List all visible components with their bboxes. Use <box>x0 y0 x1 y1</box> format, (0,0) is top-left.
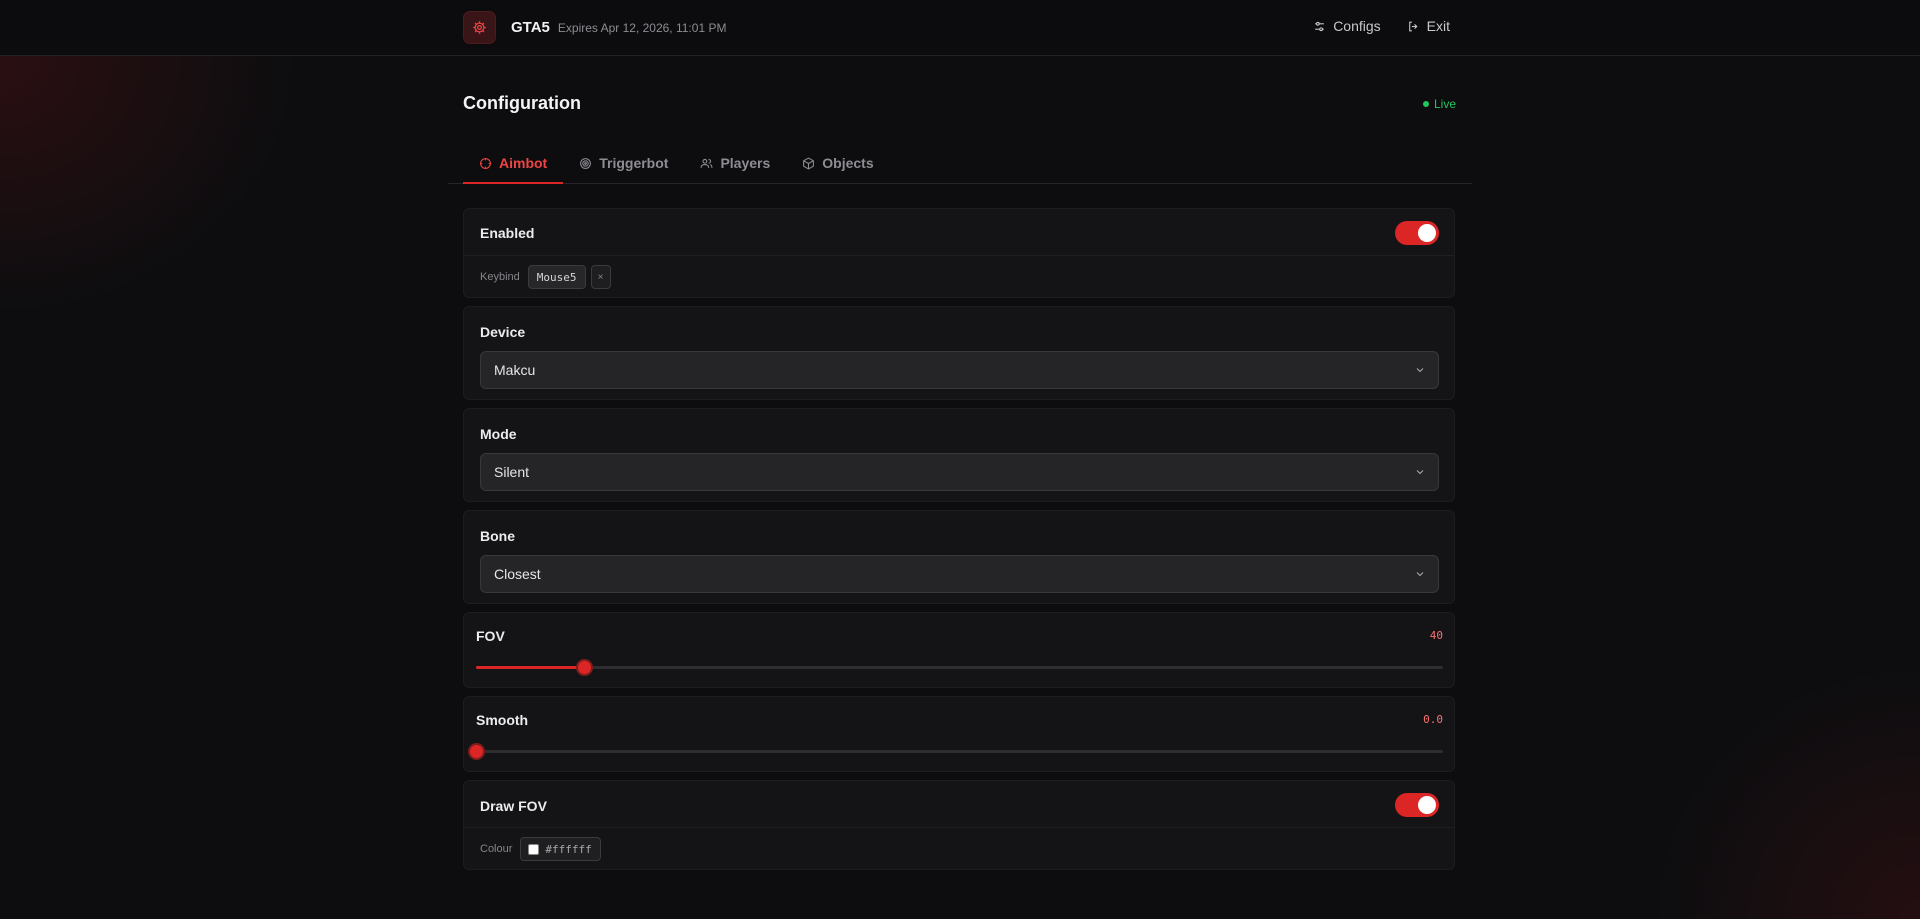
device-card: Device Makcu <box>463 306 1455 400</box>
keybind-row: Keybind Mouse5 × <box>464 255 1454 298</box>
license-expiry: Expires Apr 12, 2026, 11:01 PM <box>557 20 727 35</box>
bone-value: Closest <box>494 566 541 582</box>
smooth-card: Smooth 0.0 <box>463 696 1455 772</box>
cube-icon <box>803 156 815 170</box>
smooth-label: Smooth <box>476 712 529 728</box>
colour-label: Colour <box>480 843 513 855</box>
device-label: Device <box>480 324 526 340</box>
tab-triggerbot[interactable]: Triggerbot <box>563 143 684 183</box>
status-text: Live <box>1433 97 1456 111</box>
chevron-down-icon <box>1416 470 1424 475</box>
device-select[interactable]: Makcu <box>480 351 1439 389</box>
clear-keybind-button[interactable]: × <box>590 265 611 289</box>
chevron-down-icon <box>1416 572 1424 577</box>
keybind-button[interactable]: Mouse5 <box>527 265 586 289</box>
brand: GTA5 Expires Apr 12, 2026, 11:01 PM <box>463 11 726 44</box>
mode-select[interactable]: Silent <box>480 453 1439 491</box>
fov-label: FOV <box>476 628 505 644</box>
toggle-knob <box>1418 224 1436 242</box>
smooth-value: 0.0 <box>1423 713 1443 726</box>
logout-icon <box>1408 21 1418 31</box>
tab-label: Aimbot <box>499 155 548 171</box>
exit-button[interactable]: Exit <box>1407 18 1450 34</box>
keybind-label: Keybind <box>480 271 520 283</box>
tab-aimbot[interactable]: Aimbot <box>463 143 564 184</box>
fov-card: FOV 40 <box>463 612 1455 688</box>
top-nav: Configs Exit <box>1313 18 1450 34</box>
draw-fov-toggle[interactable] <box>1395 793 1439 817</box>
enabled-card: Enabled Keybind Mouse5 × <box>463 208 1455 298</box>
enabled-label: Enabled <box>480 225 535 241</box>
fov-slider-fill <box>476 666 585 669</box>
page-title: Configuration <box>463 93 581 113</box>
bone-select[interactable]: Closest <box>480 555 1439 593</box>
mode-label: Mode <box>480 426 517 442</box>
draw-fov-label: Draw FOV <box>480 798 547 814</box>
toggle-knob <box>1418 796 1436 814</box>
configs-button[interactable]: Configs <box>1313 18 1381 34</box>
exit-label: Exit <box>1426 18 1450 34</box>
sliders-icon <box>1315 21 1325 31</box>
gear-icon <box>463 11 496 44</box>
status-badge: Live <box>1422 97 1456 111</box>
crosshair-icon <box>480 157 491 169</box>
fov-value: 40 <box>1429 629 1443 642</box>
tab-players[interactable]: Players <box>684 143 786 183</box>
draw-fov-card: Draw FOV Colour #ffffff <box>463 780 1455 870</box>
tab-label: Players <box>720 155 771 171</box>
colour-picker[interactable]: #ffffff <box>520 837 601 861</box>
tab-objects[interactable]: Objects <box>786 143 889 183</box>
bone-label: Bone <box>480 528 515 544</box>
tab-bar: Aimbot Triggerbot Players Objects <box>448 143 1472 184</box>
tab-label: Objects <box>822 155 874 171</box>
bone-card: Bone Closest <box>463 510 1455 604</box>
mode-card: Mode Silent <box>463 408 1455 502</box>
colour-row: Colour #ffffff <box>464 827 1454 870</box>
smooth-slider[interactable] <box>468 743 1443 760</box>
target-icon <box>580 157 592 169</box>
smooth-slider-thumb[interactable] <box>468 743 485 760</box>
top-bar: GTA5 Expires Apr 12, 2026, 11:01 PM Conf… <box>0 0 1920 56</box>
enabled-toggle[interactable] <box>1395 221 1439 245</box>
live-dot-icon <box>1422 101 1429 107</box>
configs-label: Configs <box>1333 18 1381 34</box>
colour-value: #ffffff <box>545 842 592 856</box>
chevron-down-icon <box>1416 368 1424 373</box>
app-name: GTA5 <box>511 19 550 36</box>
users-icon <box>700 158 713 168</box>
fov-slider[interactable] <box>476 659 1443 676</box>
fov-slider-thumb[interactable] <box>576 659 594 676</box>
tab-label: Triggerbot <box>599 155 669 171</box>
colour-swatch <box>528 843 540 855</box>
mode-value: Silent <box>494 464 530 480</box>
device-value: Makcu <box>494 362 536 378</box>
